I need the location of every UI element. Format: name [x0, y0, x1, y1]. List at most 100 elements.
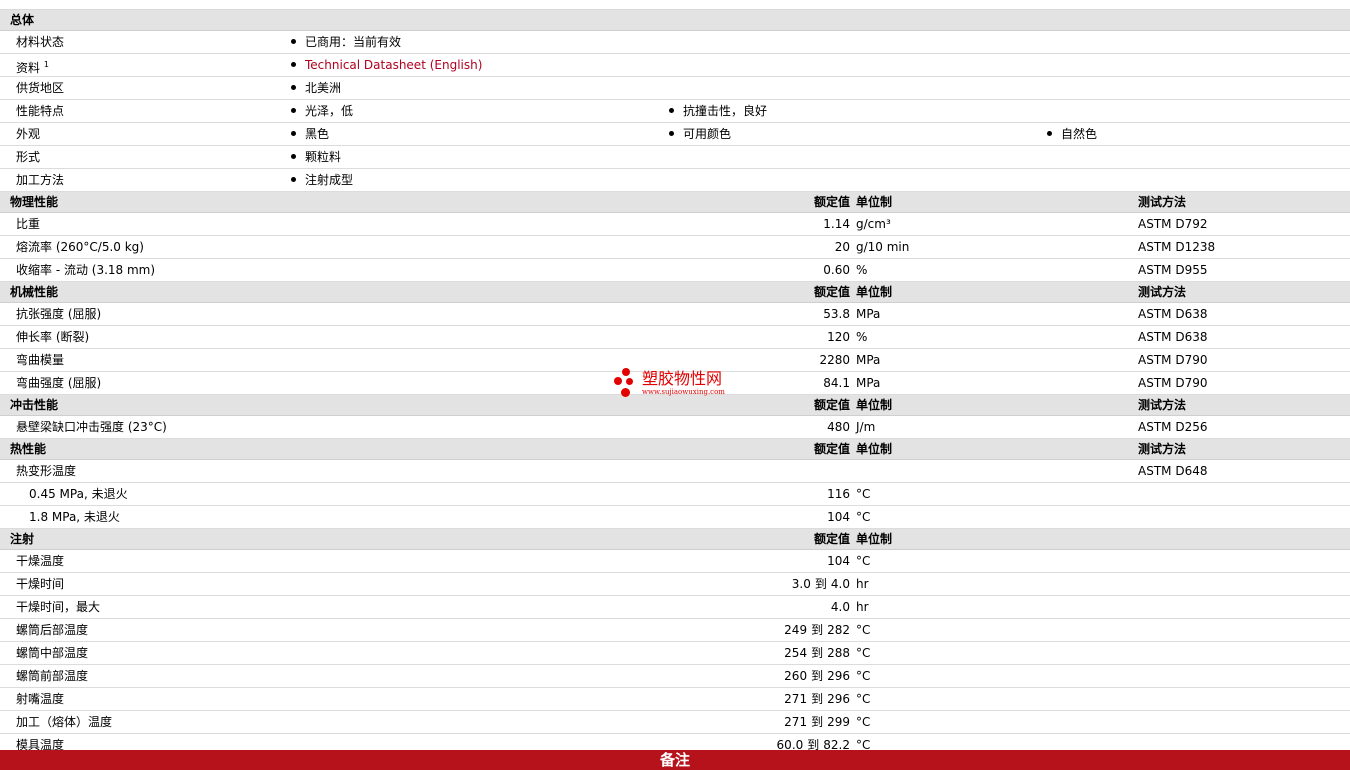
property-label: 供货地区: [16, 77, 64, 99]
range-to: 296: [827, 669, 850, 683]
col-header-unit: 单位制: [856, 398, 893, 412]
bullet-item: 已商用：当前有效: [291, 31, 401, 53]
unit-value: MPa: [856, 307, 881, 321]
property-label: 悬壁梁缺口冲击强度 (23°C): [16, 420, 167, 434]
test-method: ASTM D955: [1138, 263, 1208, 277]
bullet-item[interactable]: Technical Datasheet (English): [291, 54, 482, 76]
rated-value: 53.8: [823, 303, 850, 325]
watermark-name: 塑胶物性网: [642, 369, 723, 388]
value-text: 20: [834, 240, 850, 254]
unit-value: °C: [856, 646, 871, 660]
bullet-text: 光泽，低: [305, 104, 354, 118]
property-label: 形式: [16, 146, 40, 168]
section-title: 总体: [10, 13, 35, 27]
test-method: ASTM D790: [1138, 376, 1208, 390]
col-header-test: 测试方法: [1138, 195, 1187, 209]
property-row: 加工方法 注射成型: [0, 169, 1350, 192]
property-label: 干燥时间，最大: [16, 600, 101, 614]
section-header-physical: 物理性能 额定值 单位制 测试方法: [0, 192, 1350, 213]
test-method: ASTM D256: [1138, 420, 1208, 434]
range-to-word: 到: [811, 623, 824, 637]
range-to-word: 到: [811, 646, 824, 660]
unit-value: °C: [856, 510, 871, 524]
col-header-rated: 额定值: [813, 285, 850, 299]
bullet-text: 自然色: [1061, 127, 1098, 141]
rated-value: 116: [827, 483, 850, 505]
range-to-word: 到: [811, 715, 824, 729]
range-to-word: 到: [811, 669, 824, 683]
property-row: 形式 颗粒料: [0, 146, 1350, 169]
property-row: 螺筒前部温度 260 到 296 °C: [0, 665, 1350, 688]
property-label: 螺筒前部温度: [16, 669, 89, 683]
property-label: 螺筒后部温度: [16, 623, 89, 637]
rated-value: 104: [827, 506, 850, 528]
property-label: 熔流率 (260°C/5.0 kg): [16, 240, 144, 254]
property-label: 射嘴温度: [16, 692, 65, 706]
unit-value: hr: [856, 600, 869, 614]
property-row: 加工（熔体）温度 271 到 299 °C: [0, 711, 1350, 734]
col-header-test: 测试方法: [1138, 398, 1187, 412]
bullet-text: 注射成型: [305, 173, 354, 187]
bullet-text: 黑色: [305, 127, 330, 141]
col-header-unit: 单位制: [856, 442, 893, 456]
bullet-text: 抗撞击性，良好: [683, 104, 768, 118]
section-header-thermal: 热性能 额定值 单位制 测试方法: [0, 439, 1350, 460]
bullet-dot-icon: [291, 154, 296, 159]
property-label: 热变形温度: [16, 464, 77, 478]
property-label: 1.8 MPa, 未退火: [29, 510, 120, 524]
value-text: 104: [827, 554, 850, 568]
value-text: 0.60: [823, 263, 850, 277]
property-label: 加工方法: [16, 169, 64, 191]
col-header-unit: 单位制: [856, 532, 893, 546]
logo-dot-icon: [622, 368, 630, 376]
watermark-logo: 塑胶物性网 www.sujiaowuxing.com: [612, 368, 742, 402]
bullet-item: 光泽，低: [291, 100, 353, 122]
property-row: 供货地区 北美洲: [0, 77, 1350, 100]
property-label: 材料状态: [16, 31, 64, 53]
property-row: 抗张强度 (屈服) 53.8 MPa ASTM D638: [0, 303, 1350, 326]
section-header-injection: 注射 额定值 单位制: [0, 529, 1350, 550]
rated-value: 0.60: [823, 259, 850, 281]
test-method: ASTM D638: [1138, 307, 1208, 321]
rated-value: 104: [827, 550, 850, 572]
rated-value: 249 到 282: [784, 619, 850, 641]
property-label: 性能特点: [16, 100, 64, 122]
range-to: 296: [827, 692, 850, 706]
section-title: 冲击性能: [10, 398, 59, 412]
rated-value: 271 到 299: [784, 711, 850, 733]
property-label-text: 供货地区: [16, 81, 65, 95]
unit-value: °C: [856, 623, 871, 637]
col-header-unit: 单位制: [856, 195, 893, 209]
top-strip: [0, 0, 1350, 10]
value-text: 53.8: [823, 307, 850, 321]
property-label: 资料 1: [16, 54, 49, 79]
unit-value: g/10 min: [856, 240, 910, 254]
col-header-test: 测试方法: [1138, 442, 1187, 456]
rated-value: 4.0: [831, 596, 850, 618]
col-header-rated: 额定值: [813, 532, 850, 546]
property-row: 0.45 MPa, 未退火 116 °C: [0, 483, 1350, 506]
value-text: 2280: [819, 353, 850, 367]
property-label: 螺筒中部温度: [16, 646, 89, 660]
section-title: 注射: [10, 532, 35, 546]
property-row: 螺筒中部温度 254 到 288 °C: [0, 642, 1350, 665]
footnote-ref: 1: [43, 60, 49, 69]
value-text: 116: [827, 487, 850, 501]
section-title: 物理性能: [10, 195, 59, 209]
bullet-item: 自然色: [1047, 123, 1097, 145]
bullet-dot-icon: [291, 39, 296, 44]
property-label: 外观: [16, 123, 40, 145]
value-text: 1.14: [823, 217, 850, 231]
property-row: 资料 1 Technical Datasheet (English): [0, 54, 1350, 77]
value-text: 104: [827, 510, 850, 524]
datasheet-link[interactable]: Technical Datasheet (English): [305, 58, 482, 72]
test-method: ASTM D638: [1138, 330, 1208, 344]
unit-value: hr: [856, 577, 869, 591]
bullet-dot-icon: [669, 108, 674, 113]
bullet-item: 颗粒料: [291, 146, 341, 168]
range-to: 282: [827, 623, 850, 637]
bullet-item: 注射成型: [291, 169, 353, 191]
property-label-text: 形式: [16, 150, 41, 164]
range-from: 271: [784, 692, 808, 706]
property-label: 0.45 MPa, 未退火: [29, 487, 128, 501]
